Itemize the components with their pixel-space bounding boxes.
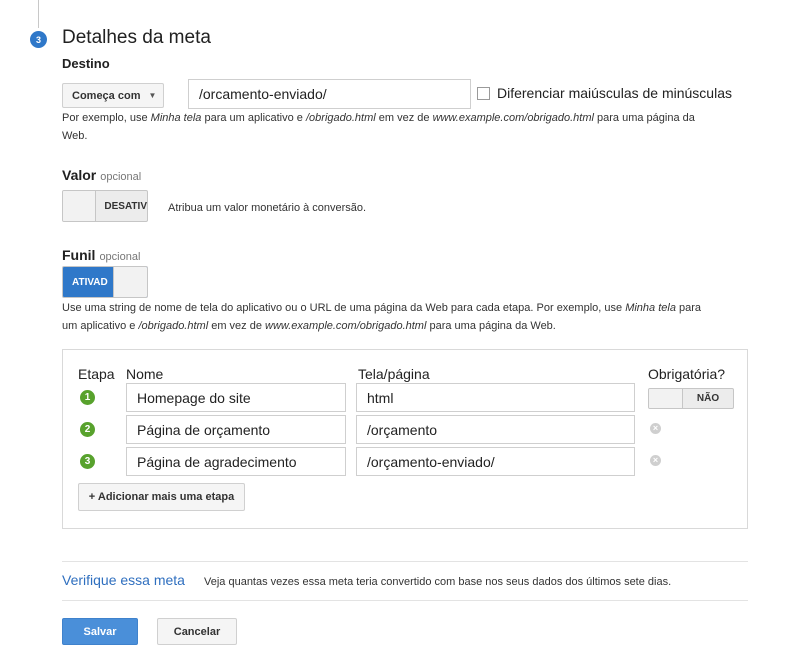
step-1-screen-input[interactable]: html (356, 383, 635, 412)
destination-input[interactable]: /orcamento-enviado/ (188, 79, 471, 109)
funnel-help-text: Use uma string de nome de tela do aplica… (62, 302, 702, 332)
cancel-button[interactable]: Cancelar (157, 618, 237, 645)
step-2-screen-input[interactable]: /orçamento (356, 415, 635, 444)
add-step-button[interactable]: + Adicionar mais uma etapa (78, 483, 245, 511)
column-header-required: Obrigatória? (648, 366, 726, 382)
step-3-name-value: Página de agradecimento (137, 453, 297, 470)
step-3-name-input[interactable]: Página de agradecimento (126, 447, 346, 476)
case-sensitive-checkbox[interactable] (477, 87, 490, 100)
column-header-screen: Tela/página (358, 366, 430, 382)
value-description: Atribua um valor monetário à conversão. (168, 202, 367, 214)
step-1-required-label: NÃO (696, 393, 720, 404)
step-1-name-value: Homepage do site (137, 389, 251, 406)
match-type-dropdown[interactable]: Começa com ▼ (62, 83, 164, 108)
toggle-knob (113, 267, 147, 297)
value-label: Valor opcional (62, 167, 142, 183)
remove-step-3-icon[interactable]: × (650, 455, 661, 466)
step-2-badge: 2 (80, 422, 95, 437)
step-3-screen-value: /orçamento-enviado/ (367, 453, 495, 470)
step-2-screen-value: /orçamento (367, 421, 438, 438)
column-header-step: Etapa (78, 366, 115, 382)
section-title: Detalhes da meta (62, 27, 211, 48)
divider (62, 600, 748, 601)
toggle-knob (63, 191, 97, 221)
chevron-down-icon: ▼ (148, 91, 157, 100)
verify-goal-link[interactable]: Verifique essa meta (62, 572, 185, 588)
divider (62, 561, 748, 562)
step-2-name-value: Página de orçamento (137, 421, 271, 438)
case-sensitive-label: Diferenciar maiúsculas de minúsculas (497, 85, 732, 101)
match-type-value: Começa com (72, 89, 141, 102)
destination-label: Destino (62, 56, 110, 71)
funnel-label: Funil opcional (62, 247, 141, 263)
funnel-toggle-label: ATIVAD (72, 276, 108, 288)
step-3-screen-input[interactable]: /orçamento-enviado/ (356, 447, 635, 476)
destination-help-text: Por exemplo, use Minha tela para um apli… (62, 112, 695, 142)
step-2-name-input[interactable]: Página de orçamento (126, 415, 346, 444)
step-connector-line (38, 0, 39, 28)
step-1-name-input[interactable]: Homepage do site (126, 383, 346, 412)
funnel-toggle[interactable]: ATIVAD (62, 266, 148, 298)
toggle-knob (649, 389, 683, 408)
step-3-badge: 3 (80, 454, 95, 469)
value-toggle[interactable]: DESATIV (62, 190, 148, 222)
step-number-badge: 3 (30, 31, 47, 48)
verify-description: Veja quantas vezes essa meta teria conve… (204, 576, 672, 588)
step-1-screen-value: html (367, 389, 394, 406)
funnel-optional-label: opcional (99, 251, 141, 263)
value-optional-label: opcional (100, 171, 142, 183)
value-toggle-label: DESATIV (104, 200, 147, 212)
step-1-badge: 1 (80, 390, 95, 405)
step-1-required-toggle[interactable]: NÃO (648, 388, 734, 409)
save-button[interactable]: Salvar (62, 618, 138, 645)
column-header-name: Nome (126, 366, 164, 382)
remove-step-2-icon[interactable]: × (650, 423, 661, 434)
destination-input-value: /orcamento-enviado/ (199, 86, 327, 102)
